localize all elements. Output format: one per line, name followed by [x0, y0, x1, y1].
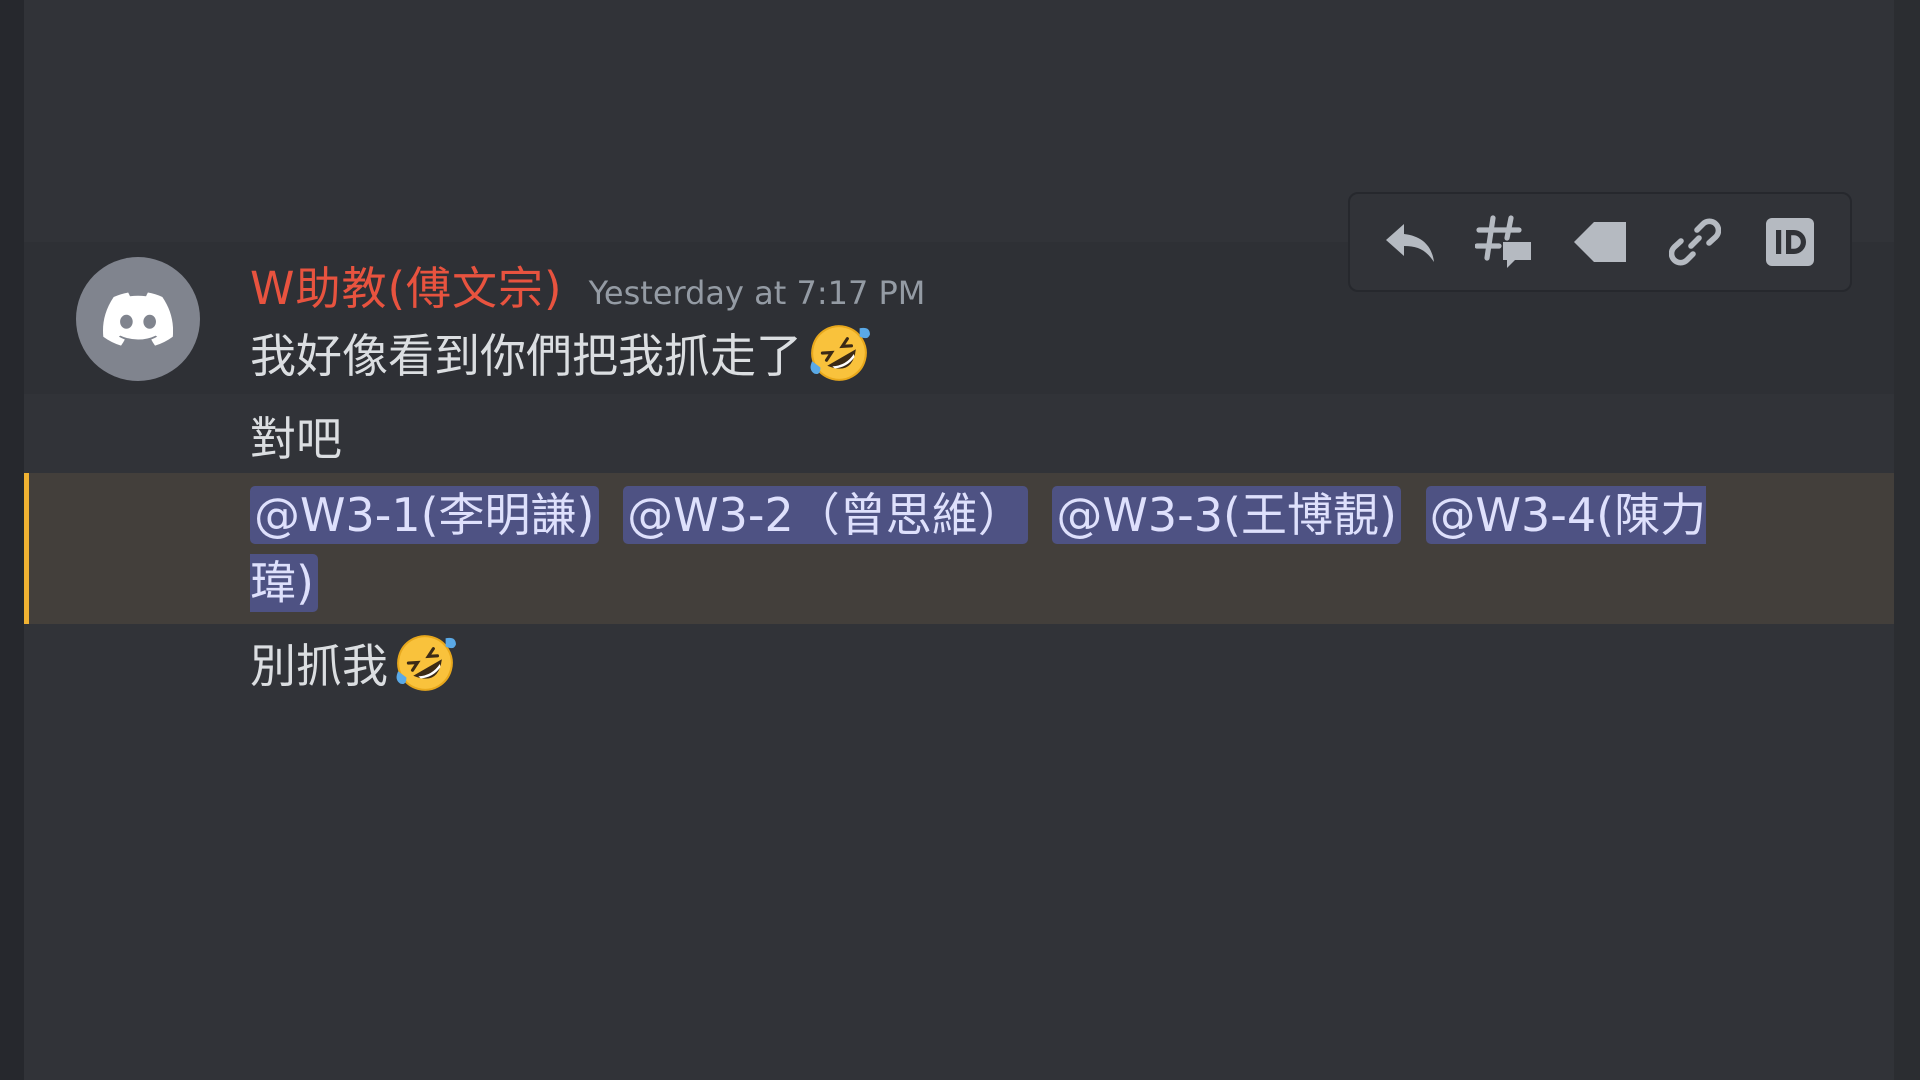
rolling-on-floor-laughing-emoji-icon[interactable]: [806, 320, 872, 386]
scrollbar-track[interactable]: [1894, 0, 1920, 1080]
rolling-on-floor-laughing-emoji-icon[interactable]: [392, 630, 458, 696]
copy-id-button[interactable]: [1755, 207, 1825, 277]
message-header: W助教(傅文宗) Yesterday at 7:17 PM: [250, 252, 925, 317]
author-username[interactable]: W助教(傅文宗): [250, 252, 563, 317]
discord-logo-icon: [103, 292, 173, 346]
create-thread-icon: [1474, 215, 1531, 268]
left-sidebar-edge: [0, 0, 24, 1080]
message-timestamp[interactable]: Yesterday at 7:17 PM: [589, 274, 926, 312]
avatar[interactable]: [76, 257, 200, 381]
user-mention[interactable]: @W3-1(李明謙): [250, 486, 599, 544]
copy-id-icon: [1766, 218, 1815, 266]
mentions-line: @W3-1(李明謙) @W3-2（曾思維） @W3-3(王博靚) @W3-4(陳…: [250, 481, 1740, 617]
user-mention[interactable]: @W3-2（曾思維）: [623, 486, 1028, 544]
create-thread-button[interactable]: [1470, 207, 1540, 277]
message-line: 我好像看到你們把我抓走了: [250, 320, 872, 386]
message-text: 別抓我: [250, 639, 388, 693]
message-line: 別抓我: [250, 630, 458, 696]
reply-button[interactable]: [1375, 207, 1445, 277]
message-text: 對吧: [250, 412, 342, 466]
message-line: 對吧: [250, 403, 342, 469]
user-mention[interactable]: @W3-3(王博靚): [1052, 486, 1401, 544]
tag-button[interactable]: [1565, 207, 1635, 277]
message-actions-toolbar: [1348, 192, 1852, 292]
copy-link-icon: [1669, 218, 1722, 266]
tag-icon: [1573, 222, 1626, 262]
message-text: 我好像看到你們把我抓走了: [250, 329, 802, 383]
chat-window: W助教(傅文宗) Yesterday at 7:17 PM 我好像看到你們把我抓…: [0, 0, 1920, 1080]
copy-link-button[interactable]: [1660, 207, 1730, 277]
reply-icon: [1385, 224, 1434, 262]
